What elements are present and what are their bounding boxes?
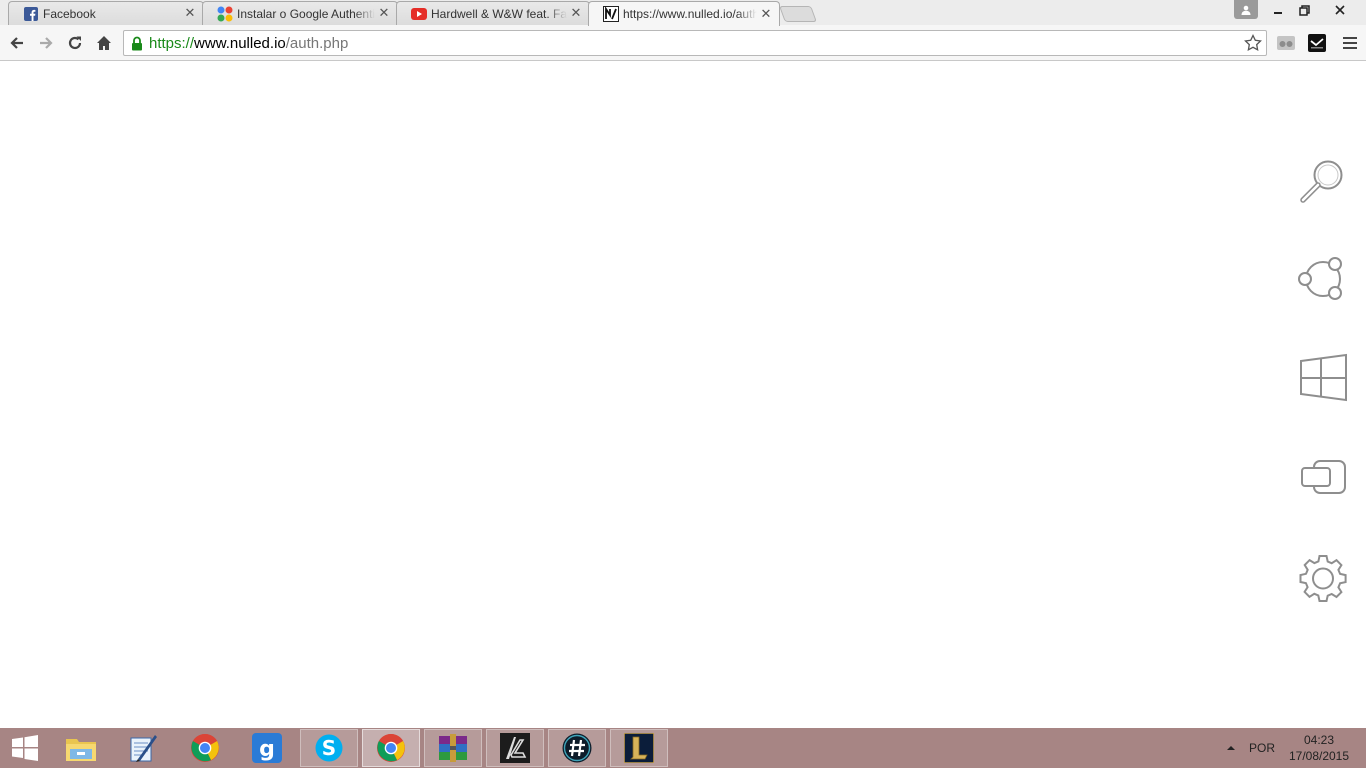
nulled-icon bbox=[603, 6, 619, 22]
extension-button[interactable] bbox=[1307, 33, 1327, 53]
restore-button[interactable] bbox=[1292, 0, 1316, 20]
display-icon[interactable] bbox=[1297, 452, 1349, 504]
browser-toolbar: https://www.nulled.io/auth.php bbox=[0, 25, 1366, 61]
search-icon[interactable] bbox=[1297, 154, 1349, 206]
taskbar-garena[interactable]: g bbox=[238, 729, 296, 767]
new-tab-button[interactable] bbox=[779, 6, 817, 22]
url-scheme: https:// bbox=[149, 34, 195, 52]
reload-button[interactable] bbox=[63, 31, 87, 55]
tab-title: https://www.nulled.io/auth.php bbox=[623, 7, 757, 21]
tab-close-icon[interactable]: ✕ bbox=[759, 7, 773, 22]
tab-youtube-hardwell[interactable]: Hardwell & W&W feat. Fatman Scoop ✕ bbox=[396, 1, 590, 25]
clock[interactable]: 04:23 17/08/2015 bbox=[1284, 732, 1354, 764]
file-explorer-icon bbox=[66, 739, 96, 761]
tab-close-icon[interactable]: ✕ bbox=[377, 6, 391, 21]
notepad-icon bbox=[130, 735, 157, 762]
minimize-icon bbox=[1274, 12, 1282, 14]
tab-title: Hardwell & W&W feat. Fatman Scoop bbox=[431, 6, 567, 21]
start-button[interactable] bbox=[0, 729, 50, 767]
share-icon[interactable] bbox=[1297, 252, 1349, 304]
hamburger-menu-icon bbox=[1343, 37, 1357, 49]
windows-icon[interactable] bbox=[1297, 352, 1349, 404]
tray-show-hidden[interactable] bbox=[1226, 728, 1236, 768]
taskbar-hashtag-app[interactable] bbox=[548, 729, 606, 767]
google-icon bbox=[217, 6, 233, 22]
dark-extension-icon bbox=[1308, 34, 1326, 52]
back-button[interactable] bbox=[5, 31, 29, 55]
skype-icon: S bbox=[315, 734, 343, 762]
lock-icon bbox=[128, 34, 146, 52]
chrome-icon bbox=[377, 734, 405, 762]
taskbar-chrome-active[interactable] bbox=[362, 729, 420, 767]
taskbar-file-explorer[interactable] bbox=[52, 729, 110, 767]
clock-date: 17/08/2015 bbox=[1288, 749, 1350, 763]
extension-icon bbox=[1277, 36, 1295, 50]
language-label: POR bbox=[1249, 741, 1276, 755]
minimize-button[interactable] bbox=[1266, 0, 1290, 20]
tab-close-icon[interactable]: ✕ bbox=[569, 6, 583, 21]
home-button[interactable] bbox=[92, 31, 116, 55]
facebook-icon bbox=[23, 6, 39, 22]
youtube-icon bbox=[411, 6, 427, 22]
winrar-icon bbox=[439, 734, 467, 762]
page-content bbox=[0, 62, 1366, 728]
tab-google-authenticator[interactable]: Instalar o Google Authenticator ✕ bbox=[202, 1, 398, 25]
svg-text:g: g bbox=[259, 737, 275, 762]
chrome-menu-button[interactable] bbox=[1340, 33, 1360, 53]
chevron-up-icon bbox=[1227, 746, 1235, 750]
chrome-icon bbox=[191, 734, 219, 762]
extension-button[interactable] bbox=[1276, 33, 1296, 53]
restore-icon bbox=[1298, 4, 1310, 16]
profile-button[interactable] bbox=[1234, 0, 1258, 19]
tab-close-icon[interactable]: ✕ bbox=[183, 6, 197, 21]
gear-icon[interactable] bbox=[1297, 552, 1349, 604]
close-window-button[interactable] bbox=[1316, 0, 1364, 20]
url-text: https://www.nulled.io/auth.php bbox=[149, 35, 348, 52]
tab-strip: Facebook ✕ Instalar o Google Authenticat… bbox=[0, 0, 1366, 26]
arrow-left-icon bbox=[10, 37, 23, 49]
forward-button[interactable] bbox=[34, 31, 58, 55]
url-path: /auth.php bbox=[285, 34, 349, 52]
bookmark-star-icon[interactable] bbox=[1244, 34, 1262, 52]
taskbar-chrome[interactable] bbox=[176, 729, 234, 767]
taskbar-league-of-legends[interactable] bbox=[610, 729, 668, 767]
lol-replay-icon bbox=[500, 733, 530, 763]
taskbar-lol-replay[interactable] bbox=[486, 729, 544, 767]
taskbar-winrar[interactable] bbox=[424, 729, 482, 767]
svg-text:S: S bbox=[322, 736, 336, 760]
league-of-legends-icon bbox=[624, 733, 654, 763]
person-icon bbox=[1241, 5, 1251, 15]
garena-icon: g bbox=[252, 733, 282, 763]
tab-title: Facebook bbox=[43, 6, 96, 21]
start-icon bbox=[12, 735, 38, 761]
home-icon bbox=[97, 36, 111, 50]
windows-taskbar: g S POR 04:23 17/08/2015 bbox=[0, 728, 1366, 768]
taskbar-notepad[interactable] bbox=[114, 729, 172, 767]
tab-nulled-auth[interactable]: https://www.nulled.io/auth.php ✕ bbox=[588, 1, 780, 26]
url-host: www.nulled.io bbox=[194, 34, 286, 52]
reload-icon bbox=[68, 36, 82, 50]
tab-facebook[interactable]: Facebook ✕ bbox=[8, 1, 204, 25]
hashtag-icon bbox=[562, 733, 592, 763]
address-bar[interactable]: https://www.nulled.io/auth.php bbox=[123, 30, 1267, 56]
tab-title: Instalar o Google Authenticator bbox=[237, 6, 375, 21]
taskbar-skype[interactable]: S bbox=[300, 729, 358, 767]
close-icon bbox=[1335, 5, 1345, 15]
language-indicator[interactable]: POR bbox=[1249, 728, 1275, 768]
arrow-right-icon bbox=[40, 37, 53, 49]
clock-time: 04:23 bbox=[1303, 733, 1335, 747]
